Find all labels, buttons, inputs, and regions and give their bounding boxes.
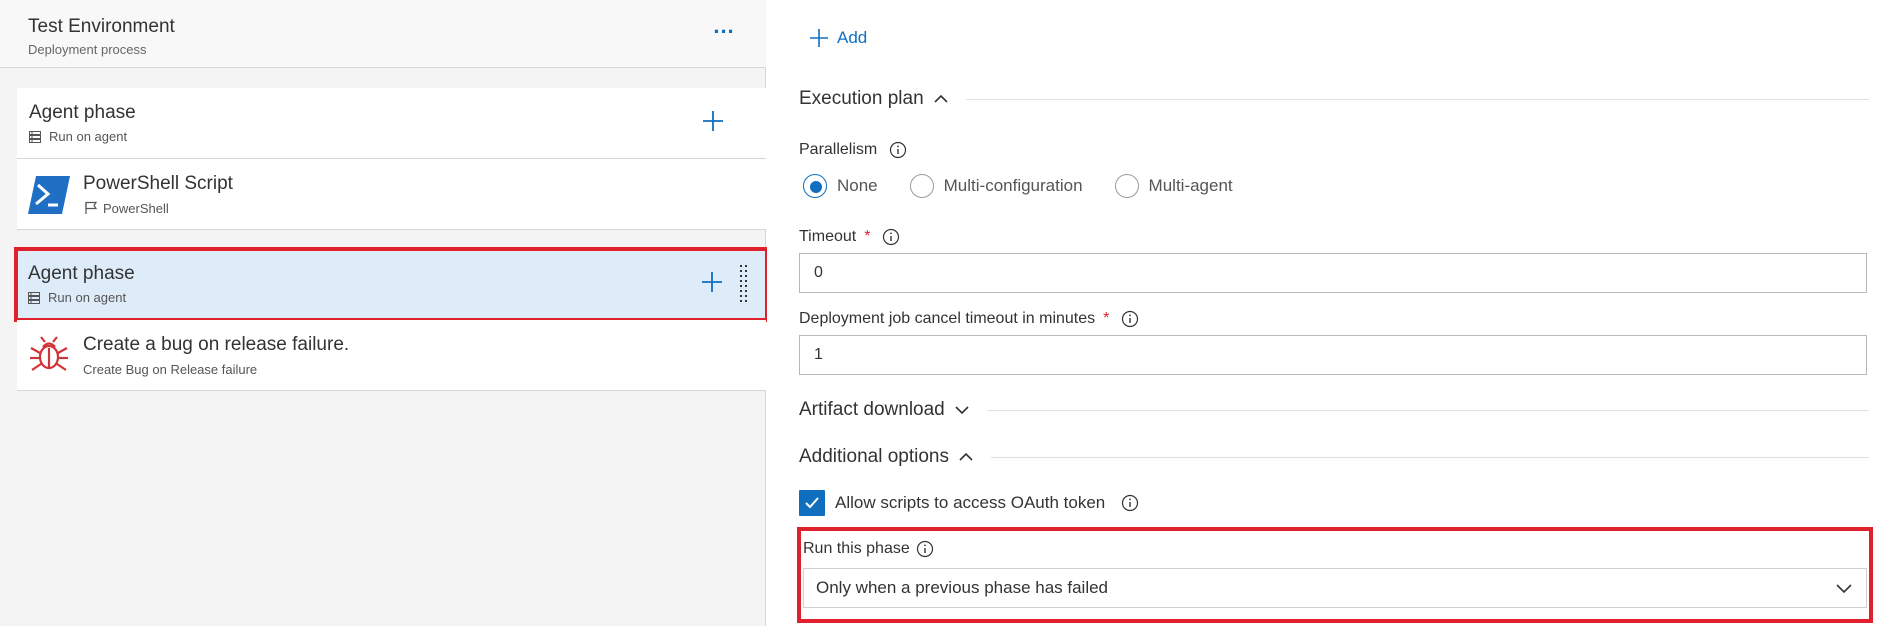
label-text: Parallelism: [799, 141, 878, 158]
dropdown-value: Only when a previous phase has failed: [816, 578, 1109, 597]
agent-phase-1[interactable]: Agent phase Run on agent: [17, 88, 766, 159]
environment-title: Test Environment: [28, 16, 175, 37]
artifact-download-header[interactable]: Artifact download: [799, 399, 1869, 421]
divider: [991, 456, 1869, 458]
radio-label: Multi-configuration: [943, 176, 1083, 195]
task-subtitle: Create Bug on Release failure: [83, 362, 258, 377]
cancel-timeout-label: Deployment job cancel timeout in minutes…: [799, 310, 1139, 328]
task-create-bug[interactable]: Create a bug on release failure. Create …: [17, 320, 766, 391]
required-asterisk: *: [1103, 310, 1110, 327]
parallelism-label: Parallelism: [799, 141, 907, 159]
radio-label: None: [837, 176, 878, 195]
label-text: Run this phase: [803, 540, 910, 557]
run-this-phase-section: Run this phase Only when a previous phas…: [797, 527, 1873, 623]
radio-none[interactable]: None: [803, 174, 878, 198]
task-title: PowerShell Script: [83, 173, 233, 194]
phase-gap: [17, 230, 766, 249]
radio-multi-agent[interactable]: Multi-agent: [1114, 174, 1233, 198]
task-title: Create a bug on release failure.: [83, 334, 350, 355]
label-text: Deployment job cancel timeout in minutes: [799, 310, 1096, 327]
process-pane: Test Environment Deployment process ... …: [0, 0, 769, 626]
agent-phase-2[interactable]: Agent phase Run on agent: [14, 247, 769, 322]
phase-details-pane: Add Execution plan Parallelism None Mult…: [767, 0, 1879, 626]
additional-options-header[interactable]: Additional options: [799, 446, 1869, 468]
run-phase-label: Run this phase: [803, 540, 934, 558]
add-button[interactable]: Add: [809, 28, 867, 48]
phase-title: Agent phase: [28, 263, 135, 284]
bug-icon: [30, 336, 68, 371]
execution-plan-header[interactable]: Execution plan: [799, 88, 1869, 110]
cancel-timeout-input[interactable]: [799, 335, 1867, 375]
plus-icon: [810, 29, 828, 47]
oauth-checkbox-row: Allow scripts to access OAuth token: [799, 490, 1139, 516]
add-label: Add: [837, 28, 868, 47]
divider: [965, 98, 1869, 100]
parallelism-radio-group: None Multi-configuration Multi-agent: [803, 174, 1233, 198]
info-icon[interactable]: [882, 228, 900, 246]
phase-title: Agent phase: [29, 102, 136, 123]
server-icon: [29, 131, 41, 143]
drag-handle-icon[interactable]: [738, 264, 750, 304]
radio-multi-configuration[interactable]: Multi-configuration: [909, 174, 1083, 198]
flag-icon: [85, 201, 98, 214]
required-asterisk: *: [864, 228, 871, 245]
chevron-down-icon: [1836, 584, 1852, 594]
phase-subtitle: Run on agent: [49, 129, 128, 144]
oauth-label: Allow scripts to access OAuth token: [835, 493, 1106, 512]
label-text: Timeout: [799, 228, 857, 245]
chevron-up-icon: [959, 452, 973, 461]
timeout-input[interactable]: [799, 253, 1867, 293]
run-phase-dropdown[interactable]: Only when a previous phase has failed: [803, 568, 1867, 608]
chevron-down-icon: [955, 406, 969, 415]
radio-circle-selected[interactable]: [803, 174, 827, 198]
environment-header: Test Environment Deployment process ...: [0, 0, 766, 68]
chevron-up-icon: [934, 94, 948, 103]
timeout-label: Timeout *: [799, 228, 900, 246]
add-task-plus-icon[interactable]: [699, 269, 725, 295]
section-title: Artifact download: [799, 399, 945, 420]
powershell-icon: [28, 176, 70, 214]
info-icon[interactable]: [1121, 494, 1139, 512]
checkmark-icon: [805, 497, 819, 509]
divider: [986, 409, 1869, 411]
environment-subtitle: Deployment process: [28, 42, 147, 57]
info-icon[interactable]: [1121, 310, 1139, 328]
info-icon[interactable]: [916, 540, 934, 558]
server-icon: [28, 292, 40, 304]
section-title: Execution plan: [799, 88, 924, 109]
more-options-icon[interactable]: ...: [712, 15, 736, 42]
phase-list: Agent phase Run on agent PowerShell Scri…: [14, 88, 769, 391]
task-subtitle: PowerShell: [103, 201, 169, 216]
radio-circle[interactable]: [1114, 174, 1139, 198]
phase-subtitle: Run on agent: [48, 290, 127, 305]
section-title: Additional options: [799, 446, 949, 467]
add-task-plus-icon[interactable]: [700, 108, 726, 134]
task-powershell-script[interactable]: PowerShell Script PowerShell: [17, 159, 766, 230]
info-icon[interactable]: [889, 141, 907, 159]
radio-label: Multi-agent: [1148, 176, 1233, 195]
oauth-checkbox[interactable]: [799, 490, 825, 516]
radio-circle[interactable]: [909, 174, 934, 198]
